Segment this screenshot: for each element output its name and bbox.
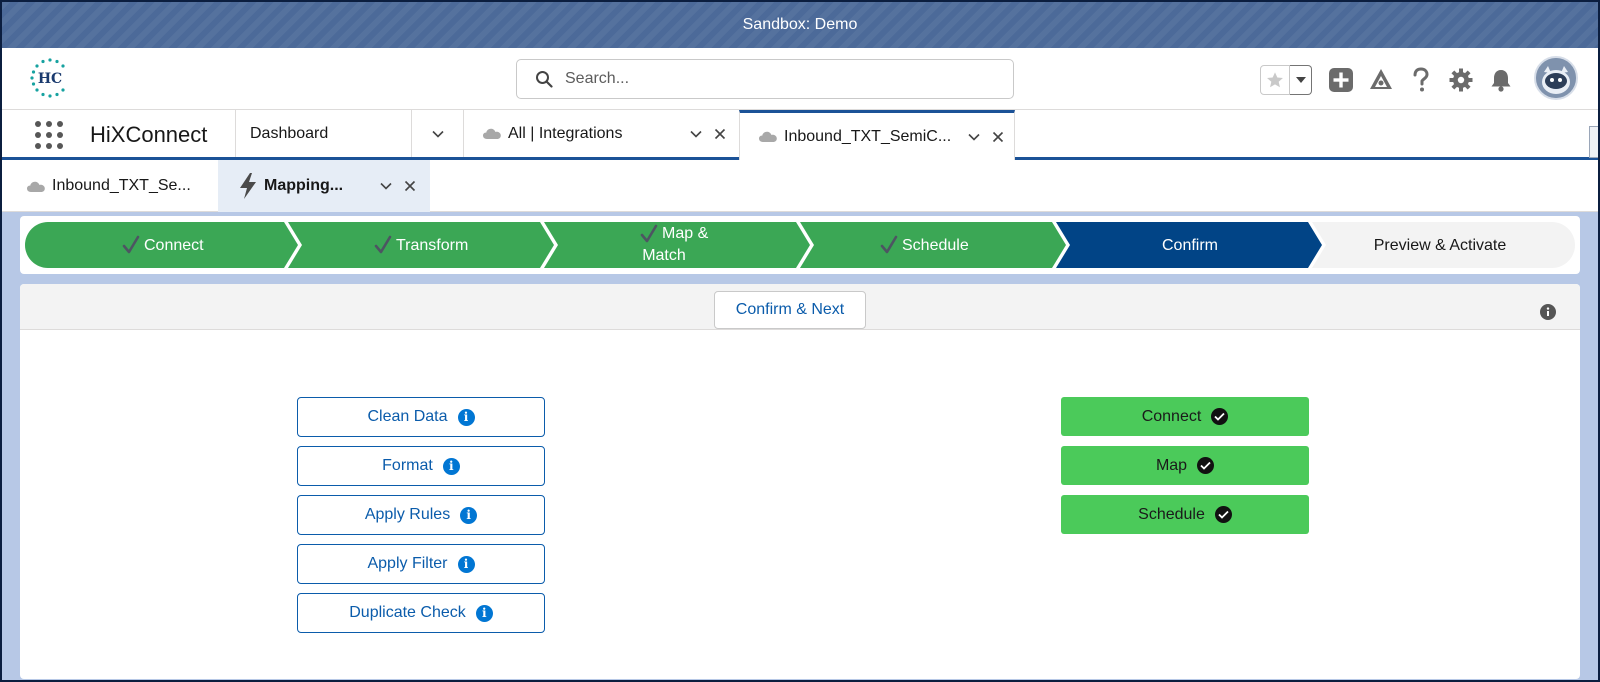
schedule-status-badge: Schedule	[1061, 495, 1309, 534]
global-add-button[interactable]	[1326, 65, 1356, 95]
apply-rules-button[interactable]: Apply Rules i	[297, 495, 545, 535]
info-icon[interactable]	[1540, 304, 1556, 320]
user-avatar[interactable]	[1534, 56, 1578, 100]
app-navigation-bar: HiXConnect Dashboard All | Integrations	[2, 110, 1598, 160]
trailhead-icon	[1370, 69, 1392, 89]
button-label: Format	[382, 457, 433, 474]
tab-menu-button[interactable]	[686, 124, 706, 144]
subtab-label: Mapping...	[264, 177, 344, 194]
close-icon	[992, 131, 1004, 142]
utility-edge-tab[interactable]	[1589, 126, 1598, 158]
subtab-bar: Inbound_TXT_Se... Mapping...	[2, 160, 1598, 212]
cloud-icon	[483, 128, 501, 139]
tab-label: Inbound_TXT_SemiC...	[784, 127, 952, 145]
info-icon[interactable]: i	[457, 555, 475, 573]
hc-logo[interactable]: HC	[28, 56, 72, 100]
favorites-star-icon	[1267, 72, 1283, 88]
path-step-label: Connect	[144, 237, 204, 254]
path-step-label: Transform	[396, 237, 468, 254]
logo-text: HC	[38, 71, 62, 87]
confirm-panel: Confirm & Next Clean Data i Format i App…	[20, 284, 1580, 679]
sandbox-banner: Sandbox: Demo	[2, 2, 1598, 48]
favorites-dropdown-icon	[1295, 77, 1306, 83]
button-label: Clean Data	[367, 408, 448, 425]
subtab-mapping[interactable]: Mapping...	[218, 160, 430, 212]
info-icon[interactable]: i	[475, 604, 493, 622]
lightning-bolt-icon	[240, 173, 256, 199]
close-icon	[404, 180, 416, 192]
search-input[interactable]	[565, 70, 985, 88]
confirm-next-button[interactable]: Confirm & Next	[714, 291, 866, 329]
tab-menu-button[interactable]	[964, 127, 984, 147]
check-circle-icon	[1214, 506, 1232, 523]
cloud-icon	[759, 131, 777, 142]
help-icon	[1413, 67, 1429, 92]
sandbox-banner-text: Sandbox: Demo	[742, 16, 858, 33]
gear-icon	[1449, 68, 1473, 92]
tab-close-button[interactable]	[710, 124, 730, 144]
favorites-group	[1260, 65, 1314, 95]
info-icon[interactable]: i	[460, 506, 478, 524]
cloud-icon	[27, 181, 45, 192]
map-status-badge: Map	[1061, 446, 1309, 485]
path-step-label: Preview & Activate	[1374, 237, 1507, 254]
path-card: Connect Transform Map & Match Schedule C…	[20, 216, 1580, 274]
global-header: HC	[2, 48, 1598, 110]
button-label: Duplicate Check	[349, 604, 466, 621]
close-icon	[714, 128, 726, 139]
tab-all-integrations[interactable]: All | Integrations	[463, 110, 739, 157]
apply-filter-button[interactable]: Apply Filter i	[297, 544, 545, 584]
trailhead-button[interactable]	[1366, 65, 1396, 95]
panel-header: Confirm & Next	[20, 284, 1580, 330]
nav-item-dashboard[interactable]: Dashboard	[235, 110, 411, 157]
chevron-down-icon	[380, 182, 392, 190]
chevron-down-icon	[431, 130, 444, 138]
subtab-inbound-txt[interactable]: Inbound_TXT_Se...	[2, 160, 218, 212]
notifications-button[interactable]	[1486, 65, 1516, 95]
app-name: HiXConnect	[90, 122, 208, 147]
progress-path: Connect Transform Map & Match Schedule C…	[25, 222, 1575, 268]
check-circle-icon	[1211, 408, 1229, 425]
badge-label: Connect	[1141, 407, 1202, 425]
app-window: Sandbox: Demo HC Search... HiXConnect Da…	[0, 0, 1600, 682]
format-button[interactable]: Format i	[297, 446, 545, 486]
help-button[interactable]	[1406, 65, 1436, 95]
bell-icon	[1491, 70, 1511, 92]
button-label: Apply Filter	[367, 555, 448, 572]
tab-close-button[interactable]	[988, 127, 1008, 147]
add-icon	[1329, 68, 1353, 92]
setup-button[interactable]	[1446, 65, 1476, 95]
clean-data-button[interactable]: Clean Data i	[297, 397, 545, 437]
tab-label: All | Integrations	[508, 124, 623, 142]
path-step-label: Confirm	[1162, 237, 1218, 254]
button-label: Apply Rules	[364, 506, 451, 523]
favorites-dropdown-button[interactable]	[1290, 65, 1312, 95]
nav-item-label: Dashboard	[250, 124, 329, 142]
connect-status-badge: Connect	[1061, 397, 1309, 436]
dashboard-menu-button[interactable]	[411, 110, 463, 157]
astro-avatar-icon	[1536, 58, 1576, 98]
global-search[interactable]	[516, 59, 1014, 99]
info-icon[interactable]: i	[457, 408, 475, 426]
tab-inbound-txt-semicolon[interactable]: Inbound_TXT_SemiC...	[739, 110, 1015, 160]
app-launcher-icon[interactable]	[34, 120, 64, 150]
chevron-down-icon	[690, 130, 702, 138]
path-step-label: Schedule	[902, 237, 969, 254]
chevron-down-icon	[968, 133, 980, 141]
favorites-button[interactable]	[1260, 65, 1290, 95]
search-icon	[536, 71, 553, 88]
subtab-label: Inbound_TXT_Se...	[52, 177, 191, 194]
info-icon[interactable]: i	[442, 457, 460, 475]
badge-label: Schedule	[1138, 505, 1205, 523]
path-step-label: Match	[642, 247, 686, 264]
path-step-label: Map &	[662, 225, 709, 242]
subtab-menu-button[interactable]	[376, 176, 396, 196]
badge-label: Map	[1155, 456, 1188, 474]
duplicate-check-button[interactable]: Duplicate Check i	[297, 593, 545, 633]
check-circle-icon	[1197, 457, 1215, 474]
subtab-close-button[interactable]	[400, 176, 420, 196]
